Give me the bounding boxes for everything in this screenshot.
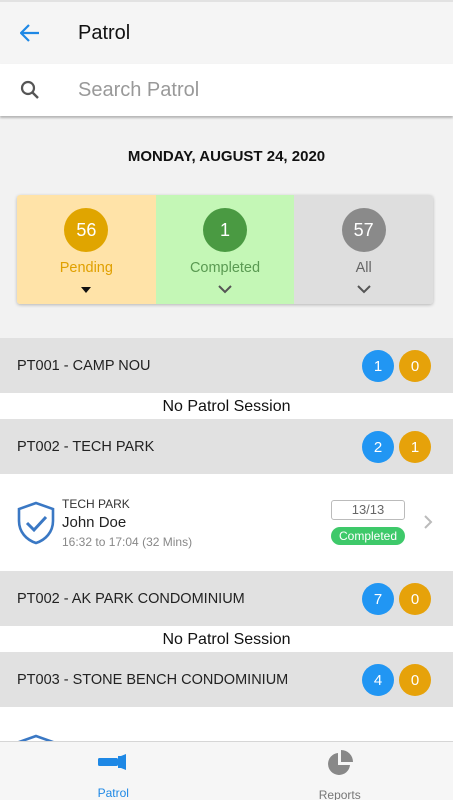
caret-down-icon: [80, 281, 92, 295]
blue-count-badge: 7: [362, 583, 394, 615]
all-label: All: [355, 260, 372, 276]
checkpoint-group[interactable]: PT002 - AK PARK CONDOMINIUM 7 0: [0, 571, 453, 626]
checkpoint-group[interactable]: PT001 - CAMP NOU 1 0: [0, 338, 453, 393]
shield-check-icon: [16, 501, 56, 550]
arrow-left-icon: [20, 24, 39, 42]
orange-count-badge: 0: [399, 664, 431, 696]
back-button[interactable]: [0, 2, 60, 64]
chevron-right-icon: [423, 514, 433, 535]
pie-chart-icon: [327, 750, 353, 776]
tab-patrol[interactable]: Patrol: [0, 742, 227, 800]
patrol-session-item[interactable]: TECH PARK John Doe 16:32 to 17:04 (32 Mi…: [0, 474, 453, 571]
tab-label: Patrol: [97, 786, 129, 800]
orange-count-badge: 0: [399, 350, 431, 382]
checkpoint-group[interactable]: PT002 - TECH PARK 2 1: [0, 419, 453, 474]
session-time: 16:32 to 17:04 (32 Mins): [62, 535, 193, 549]
checkpoint-group[interactable]: PT003 - STONE BENCH CONDOMINIUM 4 0: [0, 652, 453, 707]
filter-pending[interactable]: 56 Pending: [17, 195, 156, 304]
filter-all[interactable]: 57 All: [294, 195, 433, 304]
session-area: TECH PARK: [62, 497, 130, 511]
blue-count-badge: 2: [362, 431, 394, 463]
search-bar: [0, 64, 453, 116]
search-icon: [0, 80, 60, 100]
empty-session-text: No Patrol Session: [0, 393, 453, 419]
date-heading: MONDAY, AUGUST 24, 2020: [127, 148, 326, 165]
chevron-down-icon: [217, 281, 233, 295]
blue-count-badge: 1: [362, 350, 394, 382]
tab-label: Reports: [318, 788, 361, 800]
checkpoint-progress: 13/13: [331, 500, 405, 520]
group-title: PT001 - CAMP NOU: [17, 357, 151, 374]
bottom-tab-bar: Patrol Reports: [0, 741, 453, 800]
blue-count-badge: 4: [362, 664, 394, 696]
tab-reports[interactable]: Reports: [227, 742, 453, 800]
orange-count-badge: 0: [399, 583, 431, 615]
search-input[interactable]: [78, 78, 418, 102]
group-title: PT002 - AK PARK CONDOMINIUM: [17, 590, 245, 607]
status-summary: 56 Pending 1 Completed 57 All: [17, 195, 433, 304]
flashlight-icon: [97, 750, 129, 774]
page-title: Patrol: [78, 21, 131, 44]
app-bar: Patrol: [0, 0, 453, 64]
completed-label: Completed: [189, 260, 261, 276]
completed-count: 1: [203, 208, 247, 252]
session-guard-name: John Doe: [62, 514, 127, 531]
status-badge: Completed: [331, 527, 405, 545]
chevron-down-icon: [356, 281, 372, 295]
orange-count-badge: 1: [399, 431, 431, 463]
patrol-list: PT001 - CAMP NOU 1 0 No Patrol Session P…: [0, 338, 453, 800]
pending-label: Pending: [59, 260, 113, 276]
all-count: 57: [341, 208, 386, 252]
empty-session-text: No Patrol Session: [0, 626, 453, 652]
group-title: PT002 - TECH PARK: [17, 438, 155, 455]
filter-completed[interactable]: 1 Completed: [155, 195, 295, 304]
group-title: PT003 - STONE BENCH CONDOMINIUM: [17, 671, 289, 688]
pending-count: 56: [64, 208, 109, 252]
